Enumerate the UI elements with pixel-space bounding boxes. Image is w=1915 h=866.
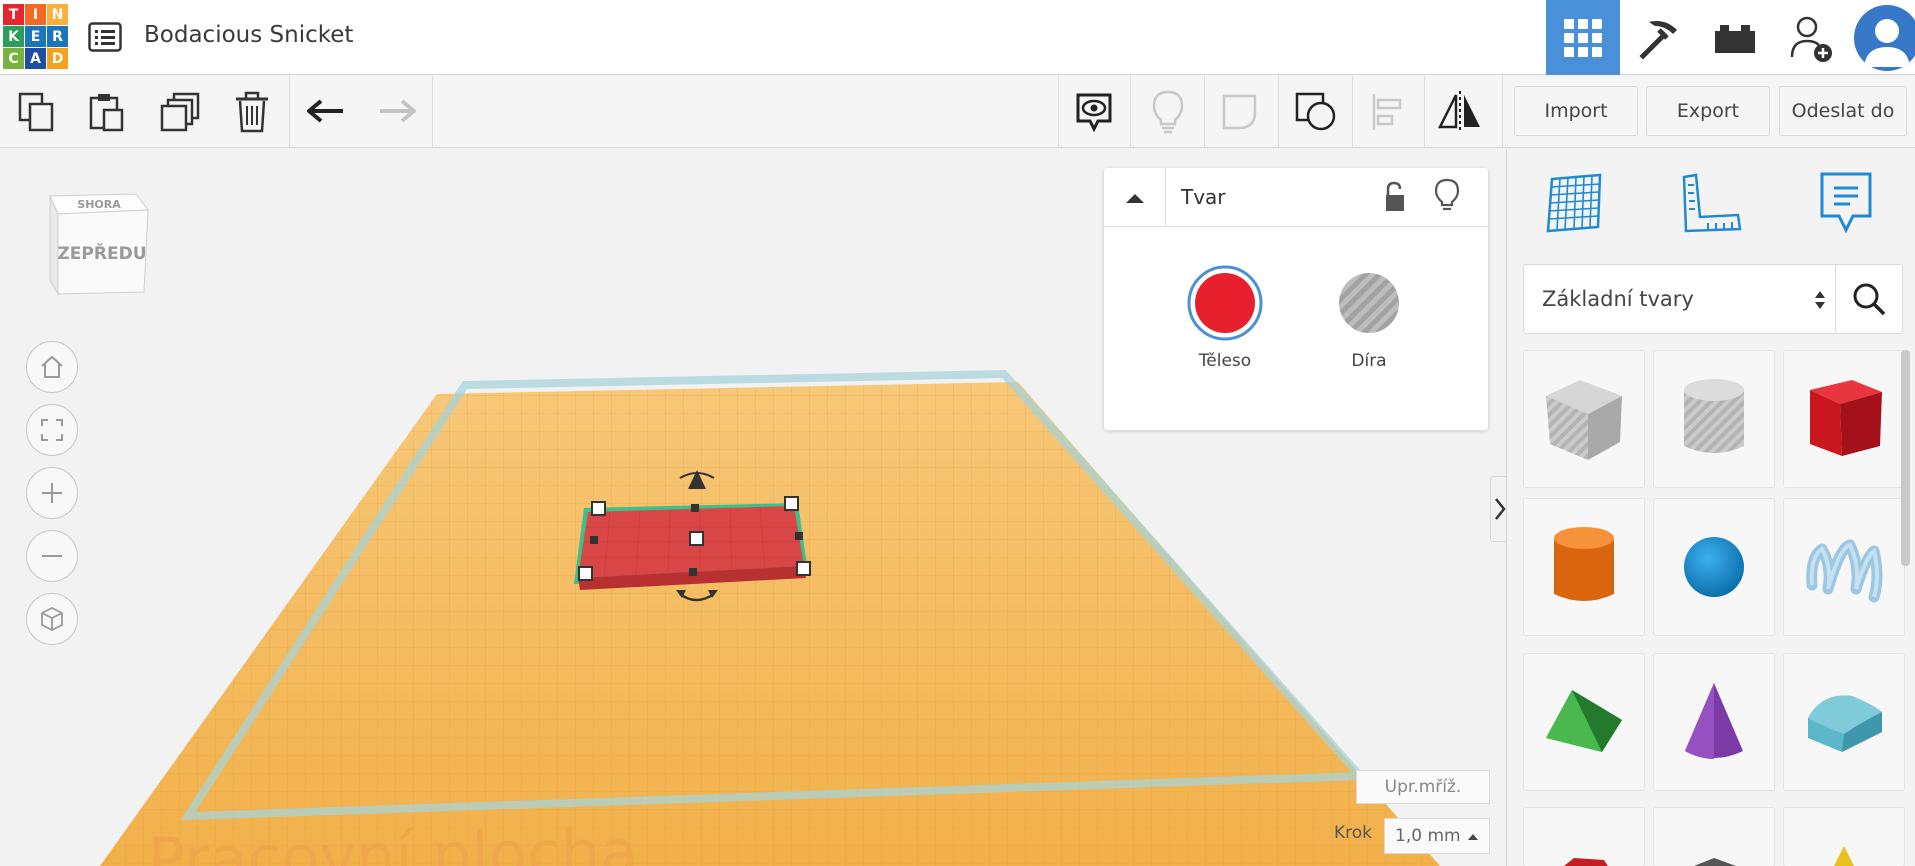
- shapes-scrollbar[interactable]: [1901, 350, 1910, 566]
- snap-grid-value: 1,0 mm: [1395, 826, 1461, 846]
- group-icon[interactable]: [1216, 86, 1268, 138]
- pickaxe-icon[interactable]: [1622, 0, 1696, 75]
- notes-icon[interactable]: [1809, 167, 1883, 239]
- mirror-icon[interactable]: [1434, 86, 1486, 138]
- logo-letter: T: [3, 4, 24, 25]
- cube-icon: [41, 606, 63, 632]
- send-to-button[interactable]: Odeslat do: [1779, 86, 1907, 136]
- delete-icon[interactable]: [226, 86, 278, 138]
- logo-letter: N: [47, 4, 68, 25]
- shape-library-value: Základní tvary: [1542, 287, 1694, 311]
- solid-swatch[interactable]: [1186, 264, 1264, 342]
- design-title[interactable]: Bodacious Snicket: [144, 22, 353, 48]
- paste-icon[interactable]: [81, 86, 133, 138]
- show-all-icon[interactable]: [1068, 86, 1120, 138]
- logo-letter: E: [25, 26, 46, 47]
- shapes-panel: Základní tvary: [1506, 149, 1915, 866]
- view-cube-front-label: ZEPŘEDU: [57, 242, 146, 264]
- top-bar: T I N K E R C A D Bodacious Snicket: [0, 0, 1915, 75]
- hole-label: Díra: [1351, 351, 1387, 371]
- ruler-icon[interactable]: [1673, 167, 1747, 239]
- duplicate-icon[interactable]: [155, 86, 207, 138]
- projection-button[interactable]: [26, 593, 78, 645]
- plus-icon: [42, 483, 62, 503]
- shape-library-select[interactable]: Základní tvary: [1523, 264, 1839, 334]
- shape-inspector: Tvar Těleso Díra: [1104, 168, 1488, 430]
- inspector-header: Tvar: [1104, 168, 1488, 227]
- ungroup-icon[interactable]: [1290, 86, 1342, 138]
- shape-tile[interactable]: [1523, 807, 1645, 866]
- edit-toolbar: Import Export Odeslat do: [0, 76, 1915, 148]
- inspector-title: Tvar: [1181, 185, 1226, 209]
- design-list-icon[interactable]: [88, 22, 122, 52]
- home-icon: [41, 355, 63, 378]
- solid-label: Těleso: [1198, 351, 1252, 371]
- zoom-out-button[interactable]: [26, 530, 78, 582]
- workplane-grid-icon[interactable]: [1537, 167, 1611, 239]
- home-view-button[interactable]: [26, 341, 78, 393]
- view-cube-top-label: SHORA: [77, 198, 121, 211]
- collapse-inspector-button[interactable]: [1104, 168, 1166, 227]
- box-shape[interactable]: [1783, 350, 1905, 488]
- shape-tile[interactable]: [1783, 807, 1905, 866]
- undo-icon[interactable]: [300, 86, 352, 138]
- minus-icon: [42, 555, 62, 557]
- logo-letter: K: [3, 26, 24, 47]
- workplane-watermark: Pracovní plocha: [147, 815, 639, 866]
- fit-view-button[interactable]: [26, 404, 78, 456]
- logo-letter: R: [47, 26, 68, 47]
- logo-letter: D: [47, 48, 68, 69]
- bricks-icon[interactable]: [1698, 0, 1772, 75]
- tinkercad-logo[interactable]: T I N K E R C A D: [3, 4, 69, 72]
- caret-up-icon: [1468, 834, 1478, 840]
- logo-letter: A: [25, 48, 46, 69]
- user-avatar[interactable]: [1850, 0, 1915, 75]
- align-icon[interactable]: [1362, 86, 1414, 138]
- add-user-icon[interactable]: [1774, 0, 1848, 75]
- view-cube[interactable]: SHORA ZEPŘEDU: [44, 184, 154, 304]
- copy-icon[interactable]: [11, 86, 63, 138]
- logo-letter: C: [3, 48, 24, 69]
- sort-arrows-icon: [1815, 291, 1825, 309]
- zoom-in-button[interactable]: [26, 467, 78, 519]
- fit-icon: [41, 419, 63, 441]
- tinkercad-app: T I N K E R C A D Bodacious Snicket Impo…: [0, 0, 1915, 866]
- roof-shape[interactable]: [1523, 653, 1645, 791]
- import-button[interactable]: Import: [1514, 86, 1638, 136]
- edit-grid-button[interactable]: Upr.mříž.: [1356, 770, 1490, 804]
- lightbulb-icon[interactable]: [1434, 178, 1460, 214]
- sphere-shape[interactable]: [1653, 498, 1775, 636]
- round-roof-shape[interactable]: [1783, 653, 1905, 791]
- cylinder-shape[interactable]: [1523, 498, 1645, 636]
- snap-grid-label: Krok: [1334, 823, 1373, 843]
- hole-swatch[interactable]: [1330, 264, 1408, 342]
- cylinder-hole-shape[interactable]: [1653, 350, 1775, 488]
- 3d-design-grid-icon[interactable]: [1546, 0, 1620, 75]
- search-shapes-button[interactable]: [1835, 264, 1903, 334]
- redo-icon[interactable]: [371, 86, 423, 138]
- export-button[interactable]: Export: [1646, 86, 1770, 136]
- lightbulb-icon[interactable]: [1142, 86, 1194, 138]
- chevron-right-icon: [1495, 498, 1506, 520]
- caret-up-icon: [1125, 193, 1144, 203]
- search-icon: [1853, 283, 1886, 316]
- selected-box-shape[interactable]: [574, 503, 808, 590]
- snap-grid-select[interactable]: 1,0 mm: [1384, 818, 1490, 854]
- logo-letter: I: [25, 4, 46, 25]
- cone-shape[interactable]: [1653, 653, 1775, 791]
- box-hole-shape[interactable]: [1523, 350, 1645, 488]
- shape-tile[interactable]: [1653, 807, 1775, 866]
- lock-icon[interactable]: [1382, 181, 1408, 213]
- scribble-shape[interactable]: [1783, 498, 1905, 636]
